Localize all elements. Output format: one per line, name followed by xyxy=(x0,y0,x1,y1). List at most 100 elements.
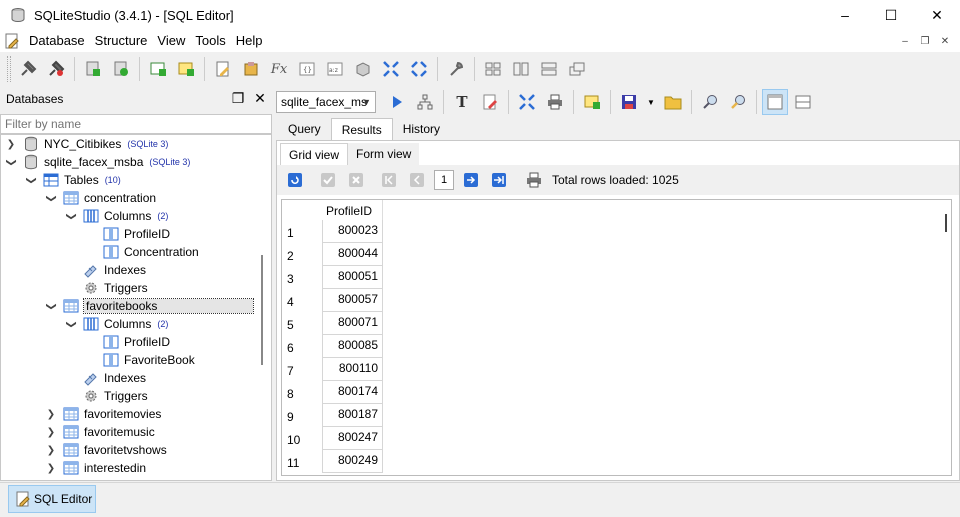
tree-table-favoritetvshows[interactable]: ❯ favoritetvshows xyxy=(45,441,167,459)
tree-columns-folder[interactable]: ❯ Columns (2) xyxy=(65,315,169,333)
chevron-down-icon[interactable]: ❯ xyxy=(6,156,17,168)
chevron-right-icon[interactable]: ❯ xyxy=(45,463,57,474)
cascade-windows-icon[interactable] xyxy=(406,56,432,82)
table-row[interactable]: 6 800085 xyxy=(282,335,383,358)
mdi-restore-button[interactable]: ❐ xyxy=(916,33,934,49)
tree-tables-folder[interactable]: ❯ Tables (10) xyxy=(25,171,121,189)
print-results-icon[interactable] xyxy=(523,169,545,191)
maximize-button[interactable]: ☐ xyxy=(868,0,914,30)
tile-windows-icon[interactable] xyxy=(378,56,404,82)
table-row[interactable]: 8 800174 xyxy=(282,381,383,404)
tree-column-concentration[interactable]: Concentration xyxy=(103,243,199,261)
tab-query[interactable]: Query xyxy=(278,118,331,140)
tree-column-profileid[interactable]: ProfileID xyxy=(103,225,170,243)
last-page-icon[interactable] xyxy=(488,169,510,191)
cell-profileid[interactable]: 800071 xyxy=(322,312,383,335)
float-panel-icon[interactable]: ❐ xyxy=(230,90,246,106)
chevron-right-icon[interactable]: ❯ xyxy=(5,139,17,150)
add-database-icon[interactable] xyxy=(80,56,106,82)
tile-vertical-icon[interactable] xyxy=(508,56,534,82)
collations-icon[interactable]: {} xyxy=(294,56,320,82)
next-page-icon[interactable] xyxy=(460,169,482,191)
configuration-wrench-icon[interactable] xyxy=(443,56,469,82)
format-sql-icon[interactable]: T xyxy=(449,89,475,115)
table-row[interactable]: 9 800187 xyxy=(282,404,383,427)
menu-help[interactable]: Help xyxy=(231,30,268,52)
toolbar-grip[interactable] xyxy=(7,56,11,82)
cell-profileid[interactable]: 800247 xyxy=(322,427,383,450)
chevron-right-icon[interactable]: ❯ xyxy=(45,445,57,456)
table-row[interactable]: 1 800023 xyxy=(282,220,383,243)
tile-grid-icon[interactable] xyxy=(480,56,506,82)
chevron-right-icon[interactable]: ❯ xyxy=(45,427,57,438)
previous-page-icon[interactable] xyxy=(406,169,428,191)
sort-az-icon[interactable]: a:z xyxy=(322,56,348,82)
results-below-icon[interactable] xyxy=(762,89,788,115)
edit-table-icon[interactable] xyxy=(173,56,199,82)
refresh-database-icon[interactable] xyxy=(108,56,134,82)
chevron-down-icon[interactable]: ❯ xyxy=(66,318,77,330)
mdi-close-button[interactable]: ✕ xyxy=(936,33,954,49)
menu-tools[interactable]: Tools xyxy=(190,30,230,52)
cell-profileid[interactable]: 800110 xyxy=(322,358,383,381)
chevron-down-icon[interactable]: ❯ xyxy=(46,300,57,312)
chevron-right-icon[interactable]: ❯ xyxy=(45,409,57,420)
tree-column-favoritebook[interactable]: FavoriteBook xyxy=(103,351,195,369)
menu-database[interactable]: Database xyxy=(24,30,90,52)
tab-grid-view[interactable]: Grid view xyxy=(280,143,349,165)
table-row[interactable]: 7 800110 xyxy=(282,358,383,381)
tree-indexes[interactable]: Indexes xyxy=(83,369,146,387)
clear-editor-icon[interactable] xyxy=(477,89,503,115)
close-window-button[interactable]: ✕ xyxy=(914,0,960,30)
refresh-results-icon[interactable] xyxy=(284,169,306,191)
menu-view[interactable]: View xyxy=(152,30,190,52)
tree-columns-folder[interactable]: ❯ Columns (2) xyxy=(65,207,169,225)
table-row[interactable]: 11 800249 xyxy=(282,450,383,473)
tab-form-view[interactable]: Form view xyxy=(348,143,420,165)
tree-triggers[interactable]: Triggers xyxy=(83,279,148,297)
execute-query-icon[interactable] xyxy=(384,89,410,115)
table-row[interactable]: 5 800071 xyxy=(282,312,383,335)
cell-profileid[interactable]: 800187 xyxy=(322,404,383,427)
filter-by-name-input[interactable] xyxy=(0,114,272,134)
cascade-icon[interactable] xyxy=(564,56,590,82)
print-icon[interactable] xyxy=(542,89,568,115)
find-icon[interactable] xyxy=(697,89,723,115)
column-header-profileid[interactable]: ProfileID xyxy=(322,200,383,220)
tree-table-favoritebooks[interactable]: ❯ favoritebooks xyxy=(45,297,255,315)
tree-table-concentration[interactable]: ❯ concentration xyxy=(45,189,157,207)
commit-icon[interactable] xyxy=(317,169,339,191)
cell-profileid[interactable]: 800023 xyxy=(322,220,383,243)
table-row[interactable]: 2 800044 xyxy=(282,243,383,266)
cell-profileid[interactable]: 800057 xyxy=(322,289,383,312)
menu-structure[interactable]: Structure xyxy=(90,30,153,52)
mdi-minimize-button[interactable]: – xyxy=(896,33,914,49)
chevron-down-icon[interactable]: ❯ xyxy=(26,174,37,186)
tree-table-favoritemusic[interactable]: ❯ favoritemusic xyxy=(45,423,155,441)
open-ddl-history-icon[interactable] xyxy=(238,56,264,82)
save-sql-icon[interactable] xyxy=(616,89,642,115)
create-view-icon[interactable] xyxy=(579,89,605,115)
tree-column-profileid[interactable]: ProfileID xyxy=(103,333,170,351)
tile-horizontal-icon[interactable] xyxy=(536,56,562,82)
database-select[interactable]: sqlite_facex_ms ▼ xyxy=(276,91,376,113)
table-row[interactable]: 3 800051 xyxy=(282,266,383,289)
chevron-down-icon[interactable]: ❯ xyxy=(66,210,77,222)
open-sql-editor-icon[interactable] xyxy=(210,56,236,82)
table-row[interactable]: 4 800057 xyxy=(282,289,383,312)
cell-profileid[interactable]: 800249 xyxy=(322,450,383,473)
tree-table-favoritemovies[interactable]: ❯ favoritemovies xyxy=(45,405,162,423)
chevron-down-icon[interactable]: ❯ xyxy=(46,192,57,204)
functions-editor-icon[interactable]: Fx xyxy=(266,56,292,82)
tree-triggers[interactable]: Triggers xyxy=(83,387,148,405)
tree-db-nyc-citibikes[interactable]: ❯ NYC_Citibikes (SQLite 3) xyxy=(5,135,168,153)
table-row[interactable]: 10 800247 xyxy=(282,427,383,450)
explain-query-icon[interactable] xyxy=(412,89,438,115)
tree-db-sqlite-facex-msba[interactable]: ❯ sqlite_facex_msba (SQLite 3) xyxy=(5,153,190,171)
find-replace-icon[interactable] xyxy=(725,89,751,115)
open-sql-file-icon[interactable] xyxy=(660,89,686,115)
save-dropdown-icon[interactable]: ▼ xyxy=(644,89,658,115)
disconnect-db-icon[interactable] xyxy=(43,56,69,82)
tab-results[interactable]: Results xyxy=(330,118,393,140)
tree-table-interestedin[interactable]: ❯ interestedin xyxy=(45,459,146,477)
